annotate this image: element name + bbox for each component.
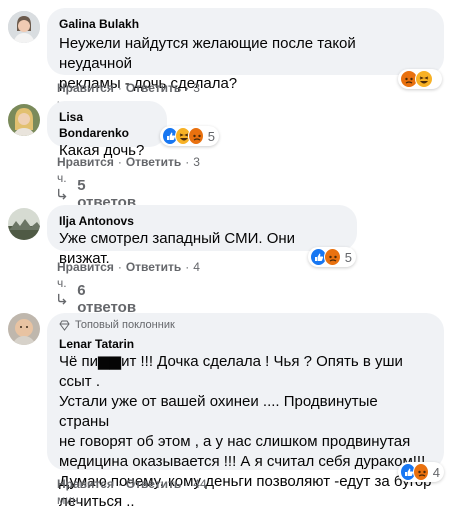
avatar[interactable] — [8, 313, 40, 345]
comment-author[interactable]: Lenar Tatarin — [59, 336, 432, 352]
reaction-count: 4 — [432, 464, 440, 480]
like-button[interactable]: Нравится — [57, 155, 114, 169]
haha-reaction-icon — [415, 70, 433, 88]
diamond-icon — [59, 320, 70, 331]
reaction-badge[interactable]: 5 — [308, 247, 356, 267]
comment-author[interactable]: Lisa Bondarenko — [59, 109, 155, 141]
avatar-image — [8, 11, 40, 43]
avatar[interactable] — [8, 104, 40, 136]
reply-button[interactable]: Ответить — [126, 477, 181, 491]
angry-reaction-icon — [323, 248, 341, 266]
reply-button[interactable]: Ответить — [126, 81, 181, 95]
comment-author[interactable]: Galina Bulakh — [59, 16, 432, 32]
comment-actions: Нравится · Ответить · 44 мин. — [57, 477, 207, 507]
avatar-image — [8, 313, 40, 345]
angry-reaction-icon — [187, 127, 204, 145]
reply-button[interactable]: Ответить — [126, 155, 181, 169]
top-fan-badge[interactable]: Топовый поклонник — [59, 318, 432, 332]
comment-bubble: Ilja Antonovs Уже смотрел западный СМИ. … — [47, 205, 357, 267]
reaction-count: 5 — [207, 128, 215, 144]
comment-bubble: Galina Bulakh Неужели найдутся желающие … — [47, 8, 444, 92]
reply-arrow-icon — [58, 188, 67, 200]
reaction-badge[interactable]: 4 — [398, 462, 444, 482]
reply-arrow-icon — [58, 293, 67, 305]
reaction-count: 5 — [344, 249, 352, 265]
reply-button[interactable]: Ответить — [126, 260, 181, 274]
like-button[interactable]: Нравится — [57, 81, 114, 95]
view-replies-button[interactable]: 6 ответов — [57, 282, 138, 316]
avatar[interactable] — [8, 11, 40, 43]
reaction-badge[interactable] — [398, 69, 442, 89]
avatar-image — [8, 208, 40, 240]
like-button[interactable]: Нравится — [57, 260, 114, 274]
avatar[interactable] — [8, 208, 40, 240]
angry-reaction-icon — [412, 463, 429, 481]
replies-label: 6 ответов — [77, 282, 137, 316]
like-button[interactable]: Нравится — [57, 477, 114, 491]
reaction-badge[interactable]: 5 — [160, 126, 219, 146]
top-fan-label: Топовый поклонник — [75, 319, 175, 331]
avatar-image — [8, 104, 40, 136]
comment-author[interactable]: Ilja Antonovs — [59, 213, 345, 229]
comment-bubble: Топовый поклонник Lenar Tatarin Чё пи▆▆и… — [47, 313, 444, 510]
comment-bubble: Lisa Bondarenko Какая дочь? — [47, 101, 167, 159]
